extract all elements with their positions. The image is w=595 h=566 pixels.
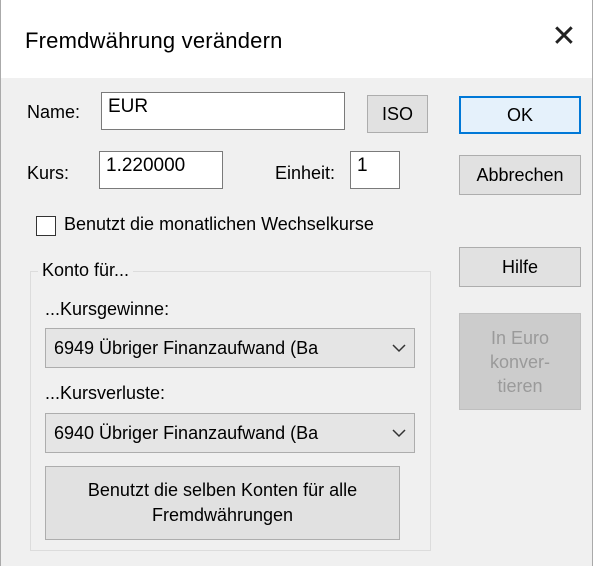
same-accounts-line-1: Benutzt die selben Konten für alle (87, 480, 358, 500)
chevron-down-icon[interactable] (384, 414, 414, 452)
convert-euro-line-2: konver- (489, 351, 551, 372)
convert-euro-line-3: tieren (497, 375, 543, 396)
rate-label: Kurs: (27, 163, 70, 183)
monthly-rates-label: Benutzt die monatlichen Wechselkurse (64, 214, 374, 234)
name-label: Name: (27, 102, 81, 122)
cancel-button[interactable]: Abbrechen (459, 155, 581, 195)
unit-label: Einheit: (275, 163, 336, 183)
iso-button[interactable]: ISO (367, 95, 428, 133)
convert-euro-line-1: In Euro (490, 327, 550, 348)
dialog-title: Fremdwährung verändern (25, 28, 283, 53)
help-button[interactable]: Hilfe (459, 247, 581, 287)
chevron-down-icon[interactable] (384, 329, 414, 367)
title-bar: Fremdwährung verändern ✕ (1, 0, 592, 78)
gains-select-value: 6949 Übriger Finanzaufwand (Ba (54, 337, 319, 358)
close-icon[interactable]: ✕ (550, 22, 578, 52)
losses-select-value: 6940 Übriger Finanzaufwand (Ba (54, 422, 319, 443)
dialog-window: Fremdwährung verändern ✕ Name: EUR ISO K… (0, 0, 593, 566)
monthly-rates-checkbox[interactable] (36, 216, 56, 236)
losses-select[interactable]: 6940 Übriger Finanzaufwand (Ba (45, 413, 415, 453)
gains-label: ...Kursgewinne: (45, 299, 170, 319)
same-accounts-button[interactable]: Benutzt die selben Konten für alle Fremd… (45, 466, 400, 540)
convert-euro-button[interactable]: In Euro konver- tieren (459, 313, 581, 410)
accounts-group-label: Konto für... (38, 260, 134, 281)
rate-input[interactable]: 1.220000 (99, 151, 223, 189)
losses-label: ...Kursverluste: (45, 383, 166, 403)
same-accounts-line-2: Fremdwährungen (151, 505, 294, 525)
ok-button[interactable]: OK (459, 96, 581, 134)
gains-select[interactable]: 6949 Übriger Finanzaufwand (Ba (45, 328, 415, 368)
name-input[interactable]: EUR (101, 92, 345, 130)
unit-input[interactable]: 1 (350, 151, 400, 189)
